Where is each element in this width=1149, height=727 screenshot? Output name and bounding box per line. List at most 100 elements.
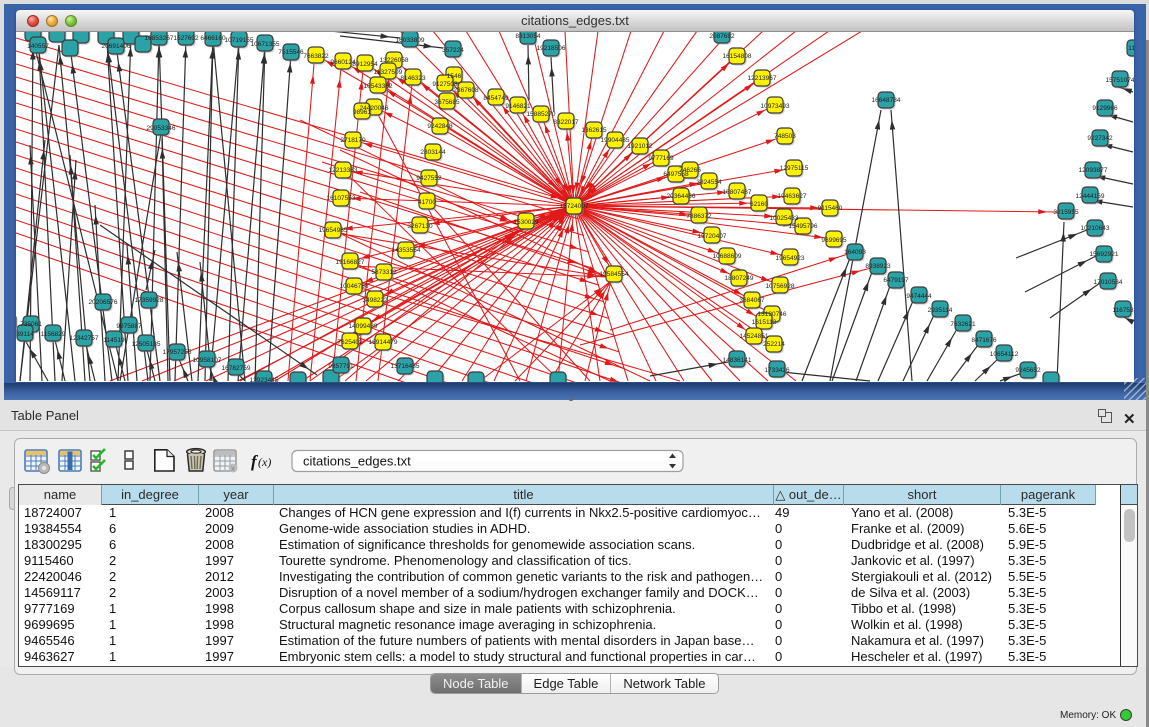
- svg-text:140557: 140557: [27, 43, 49, 50]
- svg-text:18807249: 18807249: [725, 275, 754, 282]
- svg-text:9474444: 9474444: [906, 293, 932, 300]
- svg-text:1530029: 1530029: [513, 219, 539, 226]
- svg-text:3684067: 3684067: [739, 297, 765, 304]
- svg-text:2803144: 2803144: [420, 149, 446, 156]
- svg-text:1615112: 1615112: [752, 319, 777, 326]
- svg-text:2718170: 2718170: [340, 137, 366, 144]
- svg-text:9242848: 9242848: [427, 123, 453, 130]
- svg-text:10210643: 10210643: [1081, 225, 1110, 232]
- svg-text:11327509: 11327509: [374, 69, 403, 76]
- svg-text:10807487: 10807487: [723, 189, 752, 196]
- svg-text:12923445: 12923445: [250, 377, 279, 382]
- svg-text:10025433: 10025433: [770, 215, 799, 222]
- svg-text:10958107: 10958107: [193, 357, 222, 364]
- svg-text:16782759: 16782759: [222, 365, 251, 372]
- svg-text:12975115: 12975115: [780, 165, 809, 172]
- svg-text:9146821: 9146821: [505, 103, 531, 110]
- svg-text:10719155: 10719155: [225, 37, 254, 44]
- svg-text:98961: 98961: [353, 109, 371, 116]
- svg-text:7663822: 7663822: [303, 53, 329, 60]
- svg-text:9115460: 9115460: [818, 205, 843, 212]
- svg-text:17010534: 17010534: [1094, 279, 1123, 286]
- svg-text:10654112: 10654112: [990, 351, 1019, 358]
- svg-text:9227342: 9227342: [1087, 135, 1113, 142]
- svg-text:1362615: 1362615: [581, 127, 607, 134]
- svg-text:116753: 116753: [1112, 307, 1134, 314]
- svg-text:5873312: 5873312: [371, 269, 397, 276]
- svg-text:7515546: 7515546: [278, 49, 304, 56]
- svg-text:62160: 62160: [750, 201, 768, 208]
- svg-text:1921012: 1921012: [627, 143, 653, 150]
- svg-text:13120746: 13120746: [758, 311, 787, 318]
- svg-text:8938923: 8938923: [865, 263, 891, 270]
- svg-text:6479197: 6479197: [883, 277, 909, 284]
- svg-text:19463627: 19463627: [778, 193, 807, 200]
- svg-text:19218506: 19218506: [537, 45, 566, 52]
- svg-text:16154808: 16154808: [723, 53, 752, 60]
- svg-text:9699695: 9699695: [821, 237, 847, 244]
- svg-text:748503: 748503: [774, 133, 796, 140]
- svg-text:8454749: 8454749: [483, 95, 509, 102]
- svg-text:20206576: 20206576: [89, 299, 118, 306]
- svg-text:13226058: 13226058: [380, 57, 409, 64]
- svg-text:9129966: 9129966: [1092, 105, 1118, 112]
- svg-text:12213967: 12213967: [748, 75, 777, 82]
- svg-text:10046768: 10046768: [340, 283, 369, 290]
- svg-text:39114: 39114: [16, 331, 34, 338]
- svg-text:10973493: 10973493: [761, 103, 790, 110]
- svg-text:18724007: 18724007: [560, 203, 589, 210]
- svg-text:9857791: 9857791: [328, 363, 354, 370]
- svg-text:164093: 164093: [844, 249, 866, 256]
- svg-text:8322017: 8322017: [553, 119, 579, 126]
- svg-text:1117: 1117: [1128, 45, 1134, 52]
- svg-text:15751074: 15751074: [1106, 77, 1134, 84]
- svg-text:13716485: 13716485: [391, 363, 420, 370]
- svg-text:15720407: 15720407: [698, 233, 727, 240]
- svg-text:114519: 114519: [103, 337, 125, 344]
- svg-text:2087682: 2087682: [709, 33, 735, 40]
- svg-text:19654923: 19654923: [776, 255, 805, 262]
- svg-text:10543362: 10543362: [364, 83, 393, 90]
- svg-text:29053346: 29053346: [147, 125, 176, 132]
- svg-text:8146323: 8146323: [400, 75, 426, 82]
- svg-text:19904485: 19904485: [601, 137, 630, 144]
- svg-text:1527602: 1527602: [173, 35, 199, 42]
- svg-text:10756928: 10756928: [766, 283, 795, 290]
- svg-text:14353564: 14353564: [392, 247, 421, 254]
- svg-text:9245652: 9245652: [1015, 367, 1041, 374]
- svg-text:14524851: 14524851: [740, 333, 769, 340]
- svg-text:1546: 1546: [447, 73, 462, 80]
- svg-text:2367608: 2367608: [453, 87, 479, 94]
- svg-text:16648784: 16648784: [872, 97, 901, 104]
- svg-text:3824554: 3824554: [696, 179, 722, 186]
- svg-text:12213363: 12213363: [329, 167, 358, 174]
- svg-text:16107553: 16107553: [327, 195, 356, 202]
- svg-text:citations_edges.txt: citations_edges.txt: [303, 454, 411, 469]
- svg-text:7386372: 7386372: [686, 213, 712, 220]
- svg-text:14099489: 14099489: [349, 323, 378, 330]
- svg-text:20691406: 20691406: [102, 43, 131, 50]
- svg-text:9777169: 9777169: [648, 155, 674, 162]
- svg-text:15885270: 15885270: [527, 111, 556, 118]
- svg-text:17957255: 17957255: [163, 349, 192, 356]
- svg-text:8813054: 8813054: [515, 33, 541, 40]
- svg-text:x: x: [231, 464, 235, 473]
- svg-text:8912954: 8912954: [352, 61, 378, 68]
- svg-text:16033809: 16033809: [396, 37, 425, 44]
- svg-text:9975887: 9975887: [116, 323, 142, 330]
- svg-text:3215955: 3215955: [1053, 209, 1079, 216]
- svg-text:3675685: 3675685: [434, 99, 460, 106]
- svg-text:41700: 41700: [418, 199, 436, 206]
- svg-text:19654985: 19654985: [319, 227, 348, 234]
- svg-text:12093877: 12093877: [1079, 167, 1108, 174]
- svg-text:2935114: 2935114: [928, 307, 953, 314]
- svg-text:8471676: 8471676: [971, 337, 997, 344]
- svg-text:15692921: 15692921: [1090, 251, 1119, 258]
- svg-text:3498222: 3498222: [362, 297, 388, 304]
- svg-text:10688609: 10688609: [713, 253, 742, 260]
- svg-text:17359928: 17359928: [135, 297, 164, 304]
- svg-text:15495796: 15495796: [789, 223, 818, 230]
- svg-text:19166827: 19166827: [336, 259, 365, 266]
- svg-text:6466160: 6466160: [200, 35, 226, 42]
- svg-text:20364436: 20364436: [667, 193, 696, 200]
